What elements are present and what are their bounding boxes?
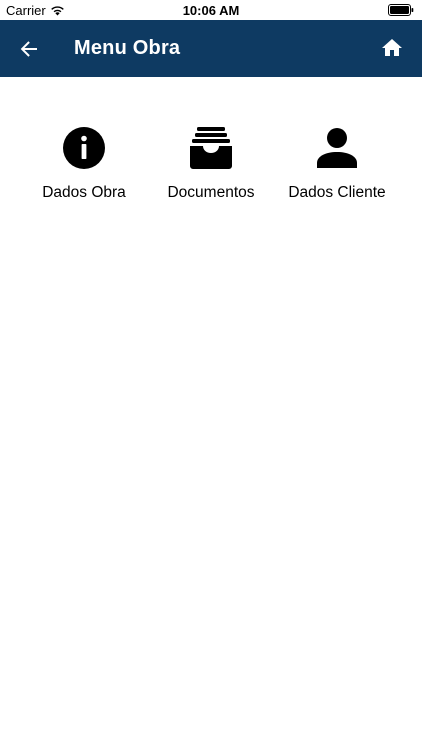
battery-icon (388, 4, 414, 16)
user-icon (315, 126, 359, 170)
menu-item-label: Dados Cliente (288, 184, 386, 201)
info-circle-icon (62, 126, 106, 170)
menu-item-label: Dados Obra (42, 184, 126, 201)
home-button[interactable] (380, 36, 404, 60)
home-icon (382, 39, 402, 56)
status-bar: Carrier 10:06 AM (0, 0, 422, 20)
arrow-left-icon (20, 41, 37, 57)
status-time: 10:06 AM (182, 3, 240, 18)
menu-item-documentos[interactable]: Documentos (146, 126, 276, 206)
menu-item-dados-obra[interactable]: Dados Obra (19, 126, 149, 206)
menu-item-label: Documentos (167, 184, 255, 201)
back-button[interactable] (16, 36, 42, 62)
inbox-tray-icon (189, 126, 233, 170)
page-title: Menu Obra (74, 37, 181, 59)
app-bar: Menu Obra (0, 20, 422, 77)
menu-item-dados-cliente[interactable]: Dados Cliente (272, 126, 402, 206)
